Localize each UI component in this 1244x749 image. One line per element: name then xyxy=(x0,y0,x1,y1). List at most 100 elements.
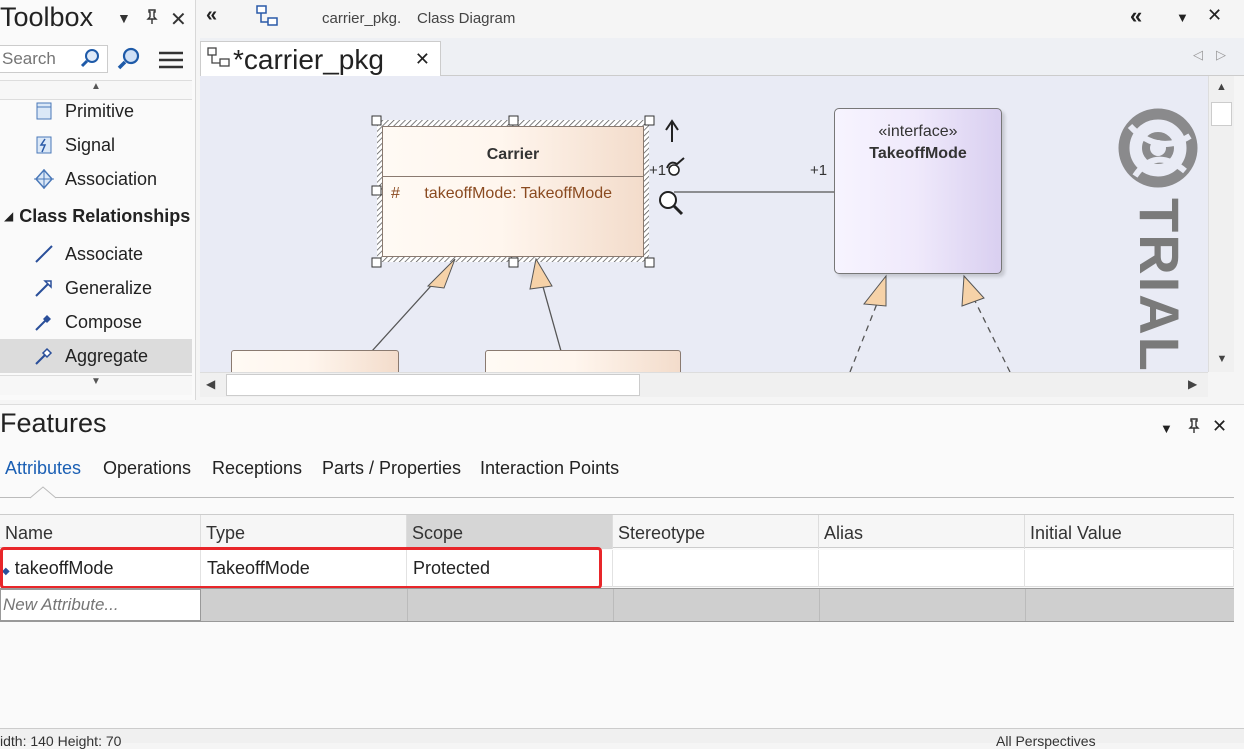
scroll-right-icon[interactable]: ▶ xyxy=(1188,377,1197,391)
class-child-right[interactable] xyxy=(485,350,681,372)
toolbox-item-generalize[interactable]: Generalize xyxy=(0,271,192,305)
diagram-canvas[interactable]: Carrier # takeoffMode: TakeoffMode +1 «i… xyxy=(200,76,1208,372)
interface-takeoffmode[interactable]: «interface» TakeoffMode xyxy=(834,108,1002,274)
scroll-down-icon[interactable]: ▼ xyxy=(1209,348,1235,372)
cell-stereotype[interactable] xyxy=(613,550,819,587)
toolbox-panel: Toolbox ▼ ✕ ▲ Primitive Signal Associati… xyxy=(0,0,196,400)
toolbox-item-association[interactable]: Association xyxy=(0,162,192,196)
associate-icon xyxy=(31,241,57,267)
search-icon[interactable] xyxy=(80,47,102,74)
trial-watermark-logo xyxy=(1118,108,1198,188)
toolbox-item-signal[interactable]: Signal xyxy=(0,128,192,162)
generalization-line[interactable] xyxy=(371,275,441,352)
horizontal-scroll-thumb[interactable] xyxy=(226,374,640,396)
chevron-down-icon[interactable]: ▼ xyxy=(117,10,131,26)
toolbox-item-associate[interactable]: Associate xyxy=(0,237,192,271)
status-perspective[interactable]: All Perspectives xyxy=(996,733,1096,749)
primitive-icon xyxy=(31,98,57,124)
new-attribute-input[interactable] xyxy=(0,589,201,621)
zoom-icon[interactable] xyxy=(659,191,677,209)
generalization-arrowhead xyxy=(426,258,456,289)
toolbox-item-label: Signal xyxy=(65,134,116,155)
diagram-type-icon xyxy=(255,4,281,33)
hamburger-menu-icon[interactable] xyxy=(158,51,184,74)
toolbox-title: Toolbox xyxy=(0,2,94,32)
chevron-down-icon[interactable]: ▼ xyxy=(1160,421,1173,436)
diagram-type-label: Class Diagram xyxy=(417,10,516,27)
interface-stereotype: «interface» xyxy=(878,123,958,140)
column-alias[interactable]: Alias xyxy=(819,515,1025,549)
diagram-horizontal-scrollbar[interactable]: ◀ ▶ xyxy=(200,372,1208,397)
pin-icon[interactable] xyxy=(145,9,159,28)
close-icon[interactable]: ✕ xyxy=(170,7,187,32)
toolbox-item-compose[interactable]: Compose xyxy=(0,305,192,339)
find-in-toolbox-icon[interactable] xyxy=(116,46,142,77)
class-name: Carrier xyxy=(383,127,643,177)
column-type[interactable]: Type xyxy=(201,515,407,549)
class-carrier[interactable]: Carrier # takeoffMode: TakeoffMode xyxy=(382,126,644,257)
tab-parts-properties[interactable]: Parts / Properties xyxy=(322,458,461,479)
toolbox-item-label: Association xyxy=(65,168,158,189)
collapse-left-icon[interactable]: « xyxy=(206,4,217,27)
diagram-header-bar: « carrier_pkg. Class Diagram « ▼ ✕ xyxy=(200,0,1244,38)
column-name[interactable]: Name xyxy=(0,515,201,549)
tab-scroll-right-icon[interactable]: ▷ xyxy=(1216,47,1226,63)
association-icon xyxy=(31,166,57,192)
quick-add-icon[interactable] xyxy=(664,156,688,183)
close-icon[interactable]: ✕ xyxy=(1212,416,1227,437)
diagram-vertical-scrollbar[interactable]: ▲ ▼ xyxy=(1208,76,1234,372)
column-stereotype[interactable]: Stereotype xyxy=(613,515,819,549)
class-diagram-icon xyxy=(207,44,231,76)
scroll-left-icon[interactable]: ◀ xyxy=(206,377,215,391)
trial-watermark-text: TRIAL xyxy=(1128,198,1191,372)
realization-arrowhead xyxy=(863,274,887,307)
tab-carrier-pkg[interactable]: *carrier_pkg ✕ xyxy=(200,41,441,77)
toolbox-group-label: Class Relationships xyxy=(19,205,191,226)
tab-interaction-points[interactable]: Interaction Points xyxy=(480,458,619,479)
cell-initial-value[interactable] xyxy=(1025,550,1234,587)
toolbox-item-primitive[interactable]: Primitive xyxy=(0,94,192,128)
chevron-down-icon[interactable]: ▼ xyxy=(1176,10,1189,25)
toolbox-item-label: Compose xyxy=(65,311,143,332)
pin-icon[interactable] xyxy=(1187,418,1201,439)
toolbox-item-label: Generalize xyxy=(65,277,153,298)
realization-line[interactable] xyxy=(974,300,1011,372)
toolbox-item-aggregate[interactable]: Aggregate xyxy=(0,339,192,373)
close-icon[interactable]: ✕ xyxy=(1207,5,1222,26)
assoc-target-multiplicity: +1 xyxy=(810,162,828,179)
scroll-up-icon[interactable]: ▲ xyxy=(1209,76,1234,100)
realization-arrowhead xyxy=(961,274,985,307)
class-child-left[interactable] xyxy=(231,350,399,372)
status-dimensions: idth: 140 Height: 70 xyxy=(0,733,122,749)
collapse-triangle-icon[interactable]: ◢ xyxy=(4,209,13,223)
highlight-box xyxy=(0,547,602,589)
realization-line[interactable] xyxy=(849,295,881,372)
quick-link-arrow-icon[interactable] xyxy=(665,119,679,142)
toolbox-item-label: Aggregate xyxy=(65,345,149,366)
tab-attributes[interactable]: Attributes xyxy=(5,458,81,479)
toolbox-group-class-relationships[interactable]: ◢ Class Relationships xyxy=(0,199,192,233)
compose-icon xyxy=(31,309,57,335)
features-title: Features xyxy=(0,408,107,438)
tab-operations[interactable]: Operations xyxy=(103,458,191,479)
vertical-scroll-thumb[interactable] xyxy=(1211,102,1232,126)
signal-icon xyxy=(31,132,57,158)
diagram-path: carrier_pkg. xyxy=(322,10,402,27)
aggregate-icon xyxy=(31,343,57,369)
expand-icon[interactable]: « xyxy=(1130,3,1142,29)
column-initial-value[interactable]: Initial Value xyxy=(1025,515,1234,549)
toolbox-item-label: Primitive xyxy=(65,100,135,121)
cell-alias[interactable] xyxy=(819,550,1025,587)
panel-edge xyxy=(1234,76,1244,397)
interface-name: TakeoffMode xyxy=(869,145,967,162)
tab-receptions[interactable]: Receptions xyxy=(212,458,302,479)
tab-scroll-left-icon[interactable]: ◁ xyxy=(1193,47,1203,63)
new-attribute-row[interactable] xyxy=(0,588,1234,622)
column-scope[interactable]: Scope xyxy=(407,515,613,549)
active-tab-indicator xyxy=(30,486,56,499)
status-bar: idth: 140 Height: 70 All Perspectives xyxy=(0,728,1244,749)
class-attribute[interactable]: # takeoffMode: TakeoffMode xyxy=(383,177,643,203)
tab-close-icon[interactable]: ✕ xyxy=(415,49,430,70)
tab-underline xyxy=(0,497,1234,498)
toolbox-scroll-down[interactable]: ▼ xyxy=(0,375,192,395)
